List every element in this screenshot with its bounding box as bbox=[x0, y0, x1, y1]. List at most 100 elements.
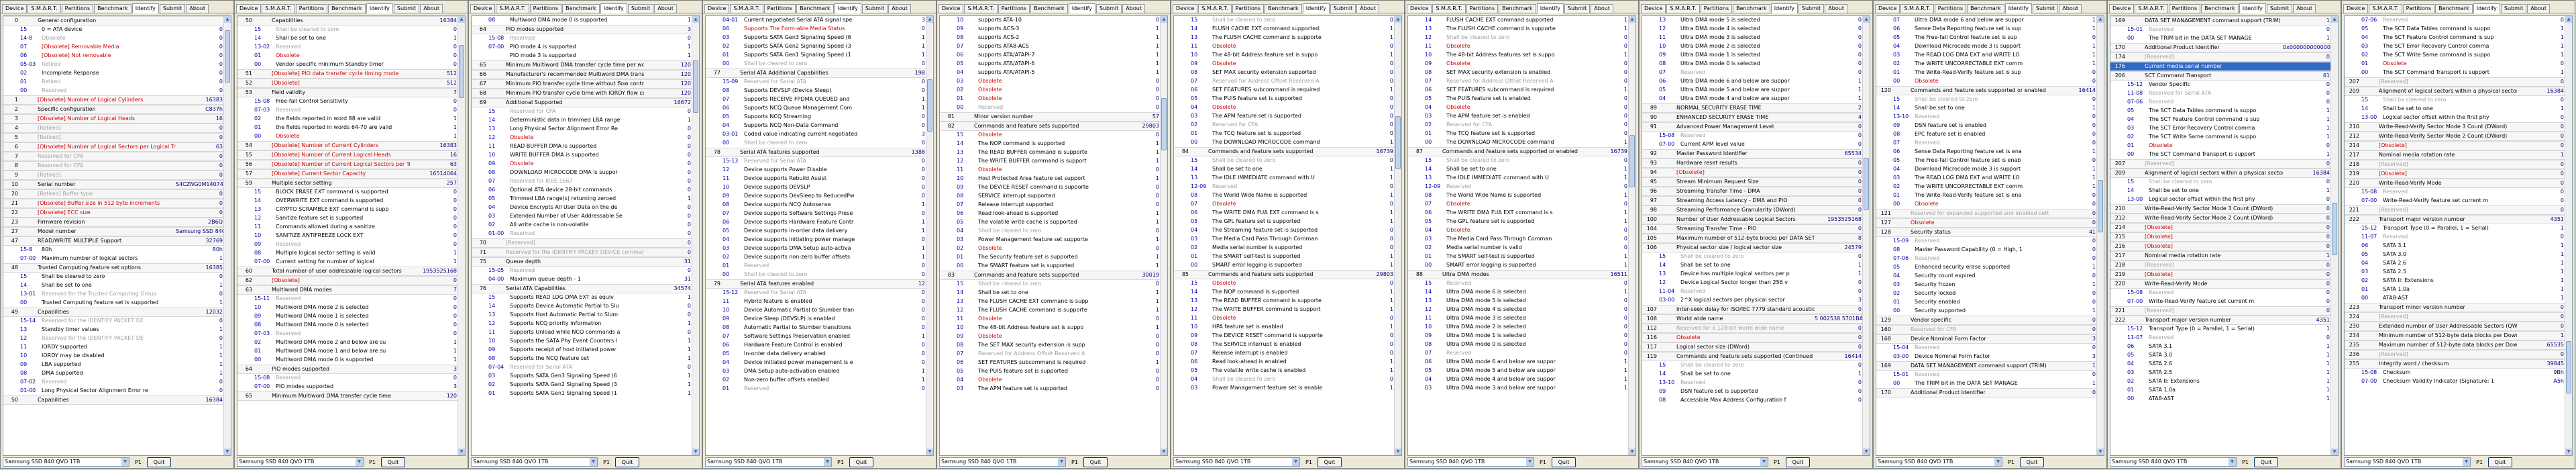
tab-about[interactable]: About bbox=[1825, 4, 1847, 13]
list-item[interactable]: 22 [Obsolete] ECC size 0 bbox=[3, 208, 224, 218]
list-item[interactable]: 8 Reserved for CFA 0 bbox=[3, 161, 224, 171]
list-item[interactable]: 01 Retired 0 bbox=[3, 78, 224, 87]
list-item[interactable]: 219 [Obsolete] 0 bbox=[2345, 169, 2565, 179]
list-item[interactable]: 97 Streaming Access Latency - DMA and PIO… bbox=[1642, 196, 1863, 205]
list-item[interactable]: 15-08 Reserved 0 bbox=[2345, 188, 2565, 197]
tab-identify[interactable]: Identify bbox=[366, 3, 393, 13]
list-item[interactable]: 09 supports ACS-3 1 bbox=[940, 25, 1161, 34]
list-item[interactable]: 104 Streaming Transfer Time - PIO 0 bbox=[1642, 224, 1863, 234]
list-item[interactable]: 62 [Obsolete] 0 bbox=[237, 276, 458, 285]
list-item[interactable]: 06 SET FEATURES subcommand is required 1 bbox=[1408, 86, 1629, 95]
list-item[interactable]: 15 Shall be cleared to zero 0 bbox=[1174, 16, 1395, 25]
scroll-down-icon[interactable]: ▼ bbox=[692, 449, 699, 455]
list-item[interactable]: 12 Shall be cleared to zero 0 bbox=[1408, 34, 1629, 42]
list-item[interactable]: 00 Security supported 1 bbox=[1876, 307, 2097, 316]
list-item[interactable]: 00 The TRIM bit in the DATA SET MANAGE 1 bbox=[1876, 379, 2097, 388]
list-item[interactable]: 09 Obsolete 0 bbox=[1408, 60, 1629, 68]
list-item[interactable]: 13 The READ BUFFER command is supporte 1 bbox=[940, 148, 1161, 157]
tab-identify[interactable]: Identify bbox=[1302, 3, 1330, 13]
list-item[interactable]: 12 Ultra DMA mode 4 is selected 0 bbox=[1408, 306, 1629, 314]
list-item[interactable]: 212 Write-Read-Verify Sector Mode 2 Count… bbox=[2345, 132, 2565, 141]
list-item[interactable]: 07-00 Checksum Validity Indicator (Signat… bbox=[2345, 377, 2565, 386]
list-item[interactable]: 11 Hybrid feature is enabled 0 bbox=[706, 297, 926, 306]
tab-device[interactable]: Device bbox=[1641, 4, 1666, 13]
scroll-up-icon[interactable]: ▲ bbox=[1161, 16, 1167, 23]
list-item[interactable]: 207 [Reserved] 0 bbox=[2345, 77, 2565, 87]
list-item[interactable]: 07 Release interrupt supported 0 bbox=[940, 201, 1161, 209]
list-item[interactable]: 224 [Reserved] 0 bbox=[2345, 312, 2565, 322]
quit-button[interactable]: Quit bbox=[1786, 457, 1810, 467]
list-item[interactable]: 01 The TCQ feature set is supported 0 bbox=[1174, 130, 1395, 138]
list-item[interactable]: 01 the fields reported in words 64-70 are… bbox=[237, 124, 458, 132]
list-item[interactable]: 12 Device supports Power Disable 0 bbox=[706, 166, 926, 175]
tab-about[interactable]: About bbox=[1591, 4, 1613, 13]
list-item[interactable]: 07 Ultra DMA mode 6 and below are suppor 1 bbox=[1876, 16, 2097, 25]
list-item[interactable]: 04 Supports NCQ Non-Data Command 0 bbox=[706, 122, 926, 130]
list-item[interactable]: 9 [Retired] 0 bbox=[3, 171, 224, 180]
list-item[interactable]: 08 Ultra DMA mode 0 is selected 0 bbox=[1408, 340, 1629, 349]
list-item[interactable]: 215 [Obsolete] 0 bbox=[2110, 232, 2331, 242]
list-item[interactable]: 222 Transport major version number 4351 bbox=[2345, 215, 2565, 224]
tab-device[interactable]: Device bbox=[1407, 4, 1432, 13]
list-item[interactable]: 08 The SERVICE interrupt is enabled 0 bbox=[1174, 340, 1395, 349]
list-item[interactable]: 01 The SMART self-test is supported 1 bbox=[1408, 252, 1629, 261]
list-item[interactable]: 10 Ultra DMA mode 2 is selected 0 bbox=[1642, 42, 1863, 51]
list-item[interactable]: 04 Download Microcode mode 3 is support 1 bbox=[1876, 42, 2097, 51]
list-item[interactable]: 92 Master Password Identifier 65534 bbox=[1642, 149, 1863, 158]
scroll-down-icon[interactable]: ▼ bbox=[1863, 449, 1870, 455]
list-item[interactable]: 05 Ultra DMA mode 5 and below are suppor 1 bbox=[1642, 86, 1863, 95]
list-item[interactable]: 03 The APM feature set is enabled 0 bbox=[1408, 112, 1629, 121]
tab-device[interactable]: Device bbox=[2, 4, 28, 13]
list-item[interactable]: 209 Alignment of logical sectors within a… bbox=[2110, 169, 2331, 178]
list-item[interactable]: 207 [Reserved] 0 bbox=[2110, 159, 2331, 169]
list-item[interactable]: 07 Reserved for Address Offset Reserved A… bbox=[1408, 77, 1629, 86]
list-item[interactable]: 13 The IDLE IMMEDIATE command with U1 bbox=[1408, 174, 1629, 183]
list-item[interactable]: 15 Shall be cleared to zero 0 bbox=[3, 273, 224, 281]
list-item[interactable]: 15-08 Reserved 0 bbox=[1642, 132, 1863, 140]
list-item[interactable]: 168 Device Nominal Form Factor 3 bbox=[1876, 334, 2097, 344]
list-item[interactable]: 11 READ BUFFER DMA is supported 0 bbox=[472, 142, 692, 151]
scroll-up-icon[interactable]: ▲ bbox=[2331, 16, 2338, 23]
list-item[interactable]: 15-08 Free-fall Control Sensitivity 0 bbox=[237, 97, 458, 106]
scroll-thumb[interactable] bbox=[225, 30, 230, 83]
tab-identify[interactable]: Identify bbox=[131, 3, 159, 13]
list-item[interactable]: 5 [Retired] 0 bbox=[3, 133, 224, 142]
list-item[interactable]: 11 Obsolete 0 bbox=[940, 315, 1161, 324]
drive-select[interactable]: Samsung SSD 840 QVO 1TB ▼ bbox=[237, 457, 364, 467]
scroll-thumb[interactable] bbox=[927, 79, 932, 132]
scroll-thumb[interactable] bbox=[693, 60, 698, 113]
list-item[interactable]: 27Model numberSamsung SSD 840 QVO 1TB bbox=[3, 227, 224, 236]
list-item[interactable]: 04 Device Encrypts All User Data on the d… bbox=[472, 203, 692, 212]
list-item[interactable]: 08 DOWNLOAD MICROCODE DMA is suppor 0 bbox=[472, 169, 692, 177]
list-item[interactable]: 08 Device supports NCQ Autosense 1 bbox=[706, 201, 926, 209]
list-item[interactable]: 00 Reserved 0 bbox=[3, 87, 224, 95]
scroll-thumb[interactable] bbox=[1395, 116, 1401, 169]
list-item[interactable]: 08 supports ACS-2 1 bbox=[940, 34, 1161, 42]
list-item[interactable]: 14 FLUSH CACHE EXT command supported 1 bbox=[1408, 16, 1629, 25]
list-item[interactable]: 4 [Retired] 0 bbox=[3, 124, 224, 133]
list-item[interactable]: 209 Alignment of logical sectors within a… bbox=[2345, 87, 2565, 96]
tab-submit[interactable]: Submit bbox=[2500, 4, 2527, 13]
list-item[interactable]: 03 The SCT Error Recovery Control comma 1 bbox=[2110, 124, 2331, 133]
tab-about[interactable]: About bbox=[186, 4, 209, 13]
list-item[interactable]: 00 Vendor specific minimum Standby timer 0 bbox=[237, 60, 458, 69]
list-item[interactable]: 07-00 PIO mode 4 is supported 1 bbox=[472, 43, 692, 52]
list-item[interactable]: 07-00 Maximum number of logical sectors 1 bbox=[3, 254, 224, 263]
list-item[interactable]: 07 Obsolete 0 bbox=[1174, 200, 1395, 209]
list-item[interactable]: 05 SATA 3.0 1 bbox=[2110, 351, 2331, 360]
list-item[interactable]: 234 Minimum number of 512-byte data block… bbox=[2345, 331, 2565, 340]
list-item[interactable]: 13 Ultra DMA mode 5 is selected 0 bbox=[1408, 297, 1629, 306]
list-item[interactable]: 23 Firmware revision 2B6Q bbox=[3, 218, 224, 227]
list-item[interactable]: 7 Reserved for CFA 0 bbox=[3, 152, 224, 161]
list-item[interactable]: 09 Obsolete 0 bbox=[940, 332, 1161, 341]
list-item[interactable]: 13-10 Reserved 0 bbox=[1876, 113, 2097, 122]
list-item[interactable]: 221 [Reserved] 0 bbox=[2345, 205, 2565, 215]
list-item[interactable]: 88 Ultra DMA modes 16511 bbox=[1408, 270, 1629, 279]
list-item[interactable]: 15 Shall be cleared to zero 0 bbox=[1642, 252, 1863, 261]
list-item[interactable]: 13-01 Reserved for the Trusted Computing … bbox=[3, 290, 224, 299]
list-item[interactable]: 04 Device initiated power management is e… bbox=[706, 359, 926, 367]
identify-list[interactable]: 07 Ultra DMA mode 6 and below are suppor 1… bbox=[1876, 15, 2104, 456]
list-item[interactable]: 02 Supports SATA Gen2 Signaling Speed (3 1 bbox=[706, 42, 926, 51]
list-item[interactable]: 235 Maximum number of 512-byte data block… bbox=[2345, 340, 2565, 350]
list-item[interactable]: 15-01 Reserved 0 bbox=[2110, 26, 2331, 34]
